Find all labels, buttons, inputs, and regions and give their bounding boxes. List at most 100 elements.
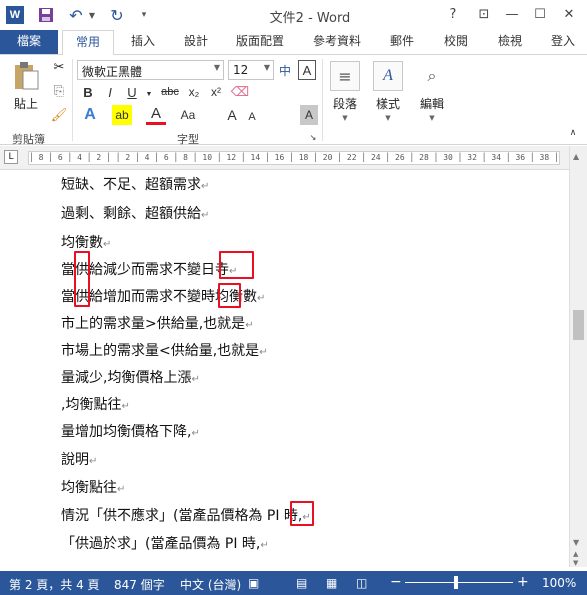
redo-icon[interactable]: ↻ — [108, 6, 126, 25]
list-item: 均衡點往↵ — [61, 477, 125, 497]
highlight-color-icon[interactable]: ab — [112, 105, 132, 125]
tab-home[interactable]: 常用 — [62, 30, 114, 55]
horizontal-ruler[interactable]: │ 8 │ 6 │ 4 │ 2 │ │ 2 │ 4 │ 6 │ 8 │ 10 │… — [28, 151, 560, 165]
styles-button[interactable]: A 樣式 ▼ — [366, 59, 410, 129]
sign-in-link[interactable]: 登入 — [540, 30, 586, 54]
next-page-icon[interactable]: ▼ — [573, 559, 578, 567]
tab-mailings[interactable]: 郵件 — [378, 30, 426, 54]
document-page[interactable]: 短缺、不足、超額需求↵ 過剩、剩餘、超額供給↵ 均衡數↵ 當供給減少而需求不變日… — [0, 171, 569, 567]
highlight-box — [219, 251, 254, 279]
word-app-icon[interactable]: W — [6, 6, 24, 24]
zoom-slider-thumb[interactable] — [454, 576, 458, 589]
ribbon-display-button[interactable]: ⊡ — [472, 4, 496, 24]
window-title: 文件2 - Word — [269, 11, 351, 26]
shrink-font-button[interactable]: A — [244, 107, 260, 127]
bold-button[interactable]: B — [78, 82, 98, 102]
scroll-down-icon[interactable]: ▼ — [573, 538, 579, 547]
font-group-label: 字型 — [177, 133, 199, 146]
underline-dropdown-icon[interactable]: ▼ — [144, 84, 154, 104]
paragraph-mark: ↵ — [201, 181, 210, 192]
paragraph-label: 段落 — [332, 97, 357, 111]
paragraph-mark: ↵ — [259, 347, 268, 358]
undo-icon[interactable]: ↶ — [66, 6, 86, 25]
close-button[interactable]: ✕ — [557, 4, 581, 24]
strikethrough-button[interactable]: abc — [158, 82, 182, 102]
italic-button[interactable]: I — [100, 82, 120, 102]
tab-layout[interactable]: 版面配置 — [224, 30, 296, 54]
previous-page-icon[interactable]: ▲ — [573, 550, 578, 558]
list-item: 均衡數↵ — [61, 232, 111, 252]
font-color-button[interactable]: A — [146, 105, 166, 125]
print-layout-icon[interactable]: ▦ — [326, 576, 337, 590]
vertical-scrollbar[interactable]: ▲ ▼ ▲ ▼ — [569, 146, 587, 567]
line-text: 量減少,均衡價格上漲 — [61, 370, 192, 386]
list-item: 量增加均衡價格下降,↵ — [61, 421, 200, 441]
character-border-button[interactable]: A — [298, 60, 316, 80]
line-text: 量增加均衡價格下降, — [61, 424, 192, 440]
word-count[interactable]: 847 個字 — [114, 576, 165, 593]
undo-dropdown-icon[interactable]: ▼ — [87, 6, 97, 24]
save-icon[interactable] — [38, 6, 54, 24]
list-item: 量減少,均衡價格上漲↵ — [61, 367, 200, 387]
zoom-out-button[interactable]: − — [390, 574, 402, 590]
scroll-up-icon[interactable]: ▲ — [573, 152, 579, 161]
text-effects-button[interactable]: A — [80, 105, 100, 125]
change-case-button[interactable]: Aa — [178, 105, 198, 125]
ruler: L │ 8 │ 6 │ 4 │ 2 │ │ 2 │ 4 │ 6 │ 8 │ 10… — [0, 146, 587, 170]
paragraph-icon: ≡ — [330, 61, 360, 91]
maximize-button[interactable]: ☐ — [528, 4, 552, 24]
zoom-slider[interactable] — [405, 582, 513, 583]
line-text: 均衡點往 — [61, 480, 117, 496]
status-bar: 第 2 頁，共 4 頁 847 個字 中文 (台灣) ▣ ▤ ▦ ◫ − + 1… — [0, 571, 587, 595]
clear-formatting-icon[interactable]: ⌫ — [230, 82, 250, 102]
zoom-in-button[interactable]: + — [517, 574, 529, 590]
minimize-button[interactable]: — — [500, 4, 524, 24]
paragraph-mark: ↵ — [257, 293, 266, 304]
help-button[interactable]: ? — [441, 4, 465, 24]
zoom-level[interactable]: 100% — [542, 576, 576, 590]
format-painter-icon[interactable]: 🖌 — [50, 107, 68, 123]
paste-button[interactable]: 貼上 — [14, 95, 38, 112]
page-count[interactable]: 第 2 頁，共 4 頁 — [9, 576, 100, 593]
chevron-down-icon: ▼ — [429, 114, 435, 122]
editing-button[interactable]: ⌕ 編輯 ▼ — [410, 59, 454, 129]
paragraph-mark: ↵ — [260, 540, 269, 551]
font-name-select[interactable]: 微軟正黑體 ▼ — [77, 60, 224, 80]
font-dialog-launcher-icon[interactable]: ↘ — [308, 131, 318, 143]
line-text: 情況「供不應求」(當產品價格為 PI 時, — [61, 508, 303, 524]
grow-font-button[interactable]: A — [224, 105, 240, 125]
underline-button[interactable]: U — [122, 82, 142, 102]
superscript-button[interactable]: x² — [206, 82, 226, 102]
proofing-icon[interactable]: ▣ — [248, 576, 259, 590]
group-divider — [72, 59, 73, 141]
tab-review[interactable]: 校閱 — [432, 30, 480, 54]
paragraph-button[interactable]: ≡ 段落 ▼ — [323, 59, 367, 129]
character-shading-button[interactable]: A — [300, 105, 318, 125]
line-text: 均衡數 — [61, 235, 103, 251]
tab-view[interactable]: 檢視 — [486, 30, 534, 54]
collapse-ribbon-icon[interactable]: ∧ — [566, 125, 580, 139]
cut-icon[interactable]: ✂ — [50, 59, 68, 75]
tab-design[interactable]: 設計 — [172, 30, 220, 54]
tab-references[interactable]: 參考資料 — [302, 30, 372, 54]
highlight-box — [218, 283, 241, 308]
list-item: 說明↵ — [61, 449, 97, 469]
font-size-select[interactable]: 12 ▼ — [228, 60, 274, 80]
phonetic-guide-button[interactable]: 中 — [276, 60, 294, 80]
scroll-thumb[interactable] — [573, 310, 584, 340]
copy-icon[interactable]: ⎘ — [50, 83, 68, 99]
line-text: 過剩、剩餘、超額供給 — [61, 206, 201, 222]
list-item: 情況「供不應求」(當產品價格為 PI 時,↵ — [61, 505, 311, 525]
subscript-button[interactable]: x₂ — [184, 82, 204, 102]
line-text: 市上的需求量>供給量,也就是 — [61, 316, 246, 332]
tab-file[interactable]: 檔案 — [0, 30, 58, 54]
paragraph-mark: ↵ — [89, 456, 98, 467]
language-indicator[interactable]: 中文 (台灣) — [180, 576, 241, 593]
read-mode-icon[interactable]: ▤ — [296, 576, 307, 590]
tab-insert[interactable]: 插入 — [118, 30, 168, 54]
customize-toolbar-icon[interactable]: ▾ — [138, 6, 150, 24]
tab-selector[interactable]: L — [4, 150, 18, 164]
chevron-down-icon: ▼ — [263, 63, 270, 72]
paste-icon[interactable] — [12, 61, 40, 91]
web-layout-icon[interactable]: ◫ — [356, 576, 367, 590]
